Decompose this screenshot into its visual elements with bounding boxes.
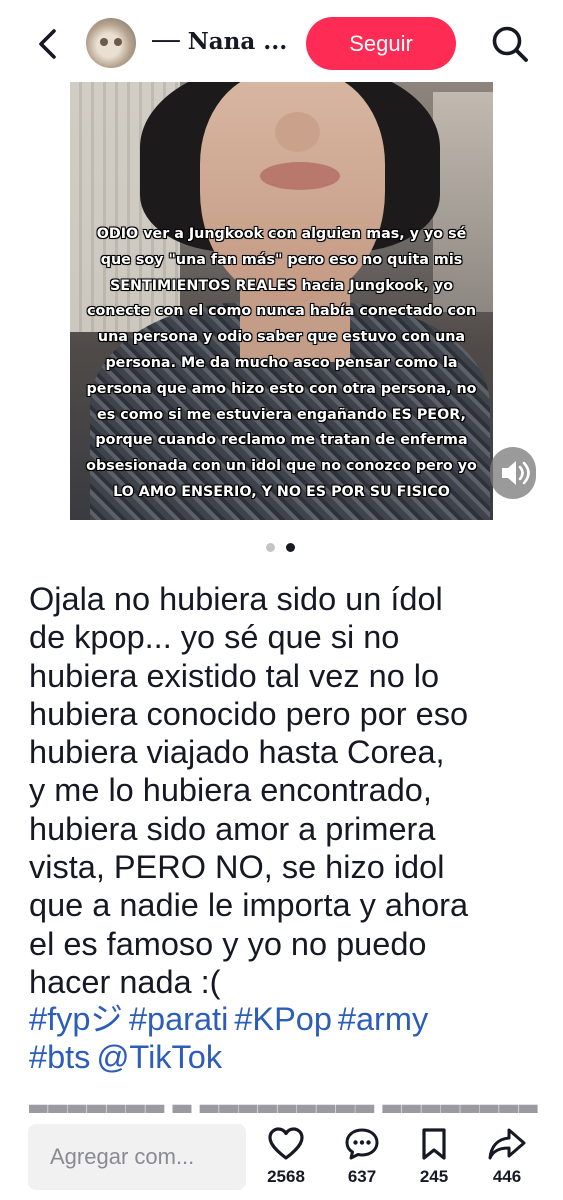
avatar-detail [114, 38, 122, 46]
comment-input[interactable] [28, 1124, 246, 1190]
save-button[interactable]: 245 [404, 1127, 464, 1197]
description-line: hubiera existido tal vez no lo [29, 657, 440, 694]
avatar-detail [100, 38, 108, 46]
like-button[interactable]: 2568 [256, 1127, 316, 1197]
share-icon [488, 1128, 526, 1160]
username[interactable]: ── Nana ... [152, 28, 300, 55]
description-line: Ojala no hubiera sido un ídol [29, 581, 443, 617]
bookmark-icon [422, 1128, 446, 1160]
back-arrow-icon [39, 29, 56, 59]
carousel-dot[interactable] [266, 543, 275, 552]
search-icon [492, 26, 528, 62]
hashtags: #fypジ #parati #KPop #army #bts @TikTok [29, 1000, 544, 1077]
like-count: 2568 [267, 1167, 305, 1186]
share-button[interactable]: 446 [477, 1127, 537, 1197]
nose [275, 112, 320, 152]
post-image[interactable]: ODIO ver a Jungkook con alguien mas, y y… [70, 82, 493, 520]
carousel-dot-active[interactable] [286, 543, 295, 552]
image-caption: ODIO ver a Jungkook con alguien mas, y y… [78, 222, 485, 506]
hashtag-link[interactable]: #parati [129, 1001, 228, 1037]
description-line: que a nadie le importa y ahora [29, 887, 469, 924]
lips [260, 162, 340, 190]
carousel-indicator [266, 543, 298, 553]
hashtag-link[interactable]: #fypジ [29, 1001, 123, 1037]
description-line: hubiera viajado hasta Corea, [29, 734, 445, 771]
sound-button[interactable] [490, 447, 536, 499]
caption-line: conecte con el como nunca había conectad… [86, 303, 477, 320]
avatar[interactable] [86, 18, 136, 68]
comment-count: 637 [347, 1167, 377, 1186]
description-line: el es famoso y yo no puedo [29, 925, 427, 962]
save-count: 245 [419, 1167, 449, 1186]
description-line: y me lo hubiera encontrado, [29, 772, 432, 809]
caption-line: una persona y odio saber que estuvo con … [97, 329, 466, 346]
description-line: de kpop... yo sé que si no [29, 619, 400, 656]
comment-icon [345, 1128, 379, 1160]
description-line: hacer nada :( [29, 963, 221, 1000]
hashtag-link[interactable]: #army [338, 1001, 428, 1037]
description-line: hubiera conocido pero por eso [29, 695, 469, 732]
caption-line: es como si me estuviera engañando ES PEO… [97, 406, 466, 423]
description-line: vista, PERO NO, se hizo idol [29, 849, 445, 886]
comment-button[interactable]: 637 [332, 1127, 392, 1197]
caption-line: ODIO ver a Jungkook con alguien mas, y y… [96, 226, 467, 242]
post-description: Ojala no hubiera sido un ídol de kpop... … [29, 580, 544, 1001]
search-button[interactable] [488, 22, 532, 66]
caption-line: LO AMO ENSERIO, Y NO ES POR SU FISICO [113, 483, 450, 500]
caption-line: que soy "una fan más" pero eso no quita … [100, 251, 463, 268]
sound-icon [502, 461, 530, 485]
back-button[interactable] [28, 24, 68, 64]
mention-link[interactable]: @TikTok [96, 1039, 222, 1075]
caption-line: persona que amo hizo esto con otra perso… [86, 380, 477, 397]
caption-line: obsesionada con un idol que no conozco p… [86, 458, 477, 475]
caption-line: persona. Me da mucho asco pensar como la [105, 354, 458, 371]
hashtag-link[interactable]: #bts [29, 1039, 90, 1075]
hashtag-link[interactable]: #KPop [234, 1001, 332, 1037]
caption-line: SENTIMIENTOS REALES hacia Jungkook, yo [109, 277, 454, 294]
bottom-action-bar: 2568 637 245 446 [0, 1113, 563, 1200]
description-line: hubiera sido amor a primera [29, 810, 436, 847]
caption-line: porque cuando reclamo me tratan de enfer… [95, 432, 468, 449]
follow-button[interactable]: Seguir [306, 17, 456, 70]
top-bar: ── Nana ... Seguir [0, 0, 563, 82]
share-count: 446 [492, 1167, 522, 1186]
heart-icon [268, 1127, 304, 1160]
